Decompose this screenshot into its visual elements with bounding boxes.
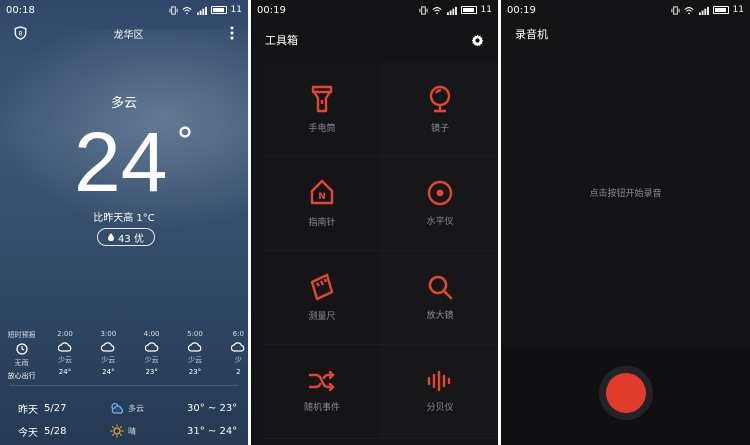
hourly-item: 6:0 少 2	[231, 330, 245, 376]
hourly-item: 3:00 少云 24°	[100, 330, 117, 376]
current-condition: 多云	[110, 96, 137, 111]
cloud-icon	[101, 342, 115, 352]
tool-ruler[interactable]: 测量尺	[263, 251, 381, 345]
hourly-item: 短时预报 无雨 放心出行	[7, 331, 36, 380]
record-hint: 点击按钮开始录音	[589, 189, 662, 199]
wifi-icon	[182, 6, 192, 14]
hourly-item: 2:00 少云 24°	[57, 330, 73, 376]
hourly-item: 4:00 少云 23°	[143, 330, 160, 376]
magnifier-icon	[428, 275, 453, 300]
hourly-forecast[interactable]: 短时预报 无雨 放心出行 2:00 少云 24° 3:00 少云 24° 4:0…	[0, 330, 248, 381]
flashlight-icon	[311, 85, 333, 113]
shield-icon[interactable]: 8	[14, 26, 27, 40]
battery-level: 11	[732, 5, 744, 15]
aqi-value: 43 优	[118, 233, 144, 245]
current-temperature: 24	[74, 115, 168, 209]
weather-header: 8 龙华区	[0, 22, 248, 44]
recorder-screen: 00:19 11 录音机 点击按钮开始录音	[501, 0, 750, 445]
record-button[interactable]	[599, 366, 653, 420]
status-time: 00:19	[257, 4, 286, 16]
status-bar: 00:19 11	[251, 0, 498, 20]
signal-icon	[446, 6, 457, 15]
record-dot-icon	[606, 373, 646, 413]
tool-level[interactable]: 水平仪	[381, 157, 498, 251]
shuffle-icon	[308, 370, 335, 392]
daily-row-today[interactable]: 今天 5/28 晴 31° ~ 24°	[0, 421, 248, 441]
more-icon[interactable]	[230, 26, 234, 40]
ruler-icon	[310, 273, 334, 301]
tool-magnifier[interactable]: 放大镜	[381, 251, 498, 345]
status-bar: 00:19 11	[501, 0, 750, 20]
tool-compass[interactable]: N 指南针	[263, 157, 381, 251]
clock-icon	[16, 343, 28, 355]
tool-mirror[interactable]: 镜子	[381, 63, 498, 157]
gear-icon[interactable]	[471, 34, 484, 47]
cloud-sun-icon	[111, 402, 124, 414]
compass-icon: N	[310, 179, 334, 205]
divider	[10, 385, 238, 386]
tool-decibel[interactable]: 分贝仪	[381, 345, 498, 439]
sun-icon	[110, 424, 124, 438]
daily-row-yesterday[interactable]: 昨天 5/27 多云 30° ~ 23°	[0, 398, 248, 418]
status-time: 00:18	[6, 4, 35, 16]
toolbox-header: 工具箱	[265, 30, 484, 50]
tool-flashlight[interactable]: 手电筒	[263, 63, 381, 157]
degree-symbol: °	[176, 121, 194, 162]
weather-screen: 00:18 11 8 龙华区 多云 24 ° 比昨天高 1°C 43 优 短时预…	[0, 0, 248, 445]
svg-text:8: 8	[19, 31, 23, 38]
cloud-icon	[231, 342, 245, 352]
status-bar: 00:18 11	[0, 0, 248, 20]
cloud-icon	[144, 342, 158, 352]
battery-level: 11	[480, 5, 492, 15]
battery-level: 11	[230, 5, 242, 15]
district-name[interactable]: 龙华区	[114, 26, 144, 41]
tool-random[interactable]: 随机事件	[263, 345, 381, 439]
drop-icon	[108, 233, 115, 241]
toolbox-screen: 00:19 11 工具箱 手电筒 镜子 N 指南针 水平仪 测量尺 放大镜 随机…	[251, 0, 498, 445]
vibrate-icon	[168, 5, 178, 15]
aqi-badge[interactable]: 43 优	[97, 228, 155, 246]
vibrate-icon	[418, 5, 428, 15]
page-title: 录音机	[515, 28, 548, 41]
tool-grid: 手电筒 镜子 N 指南针 水平仪 测量尺 放大镜 随机事件 分贝仪	[263, 63, 498, 439]
wifi-icon	[432, 6, 442, 14]
wifi-icon	[684, 6, 694, 14]
vibrate-icon	[670, 5, 680, 15]
svg-text:N: N	[318, 192, 326, 202]
battery-icon	[712, 6, 729, 14]
status-time: 00:19	[507, 4, 536, 16]
decibel-icon	[427, 370, 451, 392]
page-title: 工具箱	[265, 34, 298, 47]
signal-icon	[196, 6, 207, 15]
cloud-icon	[57, 342, 72, 352]
battery-icon	[210, 6, 227, 14]
hourly-item: 5:00 少云 23°	[187, 330, 203, 376]
temperature-compare: 比昨天高 1°C	[93, 213, 155, 224]
battery-icon	[460, 6, 477, 14]
level-icon	[427, 180, 453, 206]
mirror-icon	[429, 85, 451, 113]
signal-icon	[698, 6, 709, 15]
cloud-icon	[187, 342, 202, 352]
